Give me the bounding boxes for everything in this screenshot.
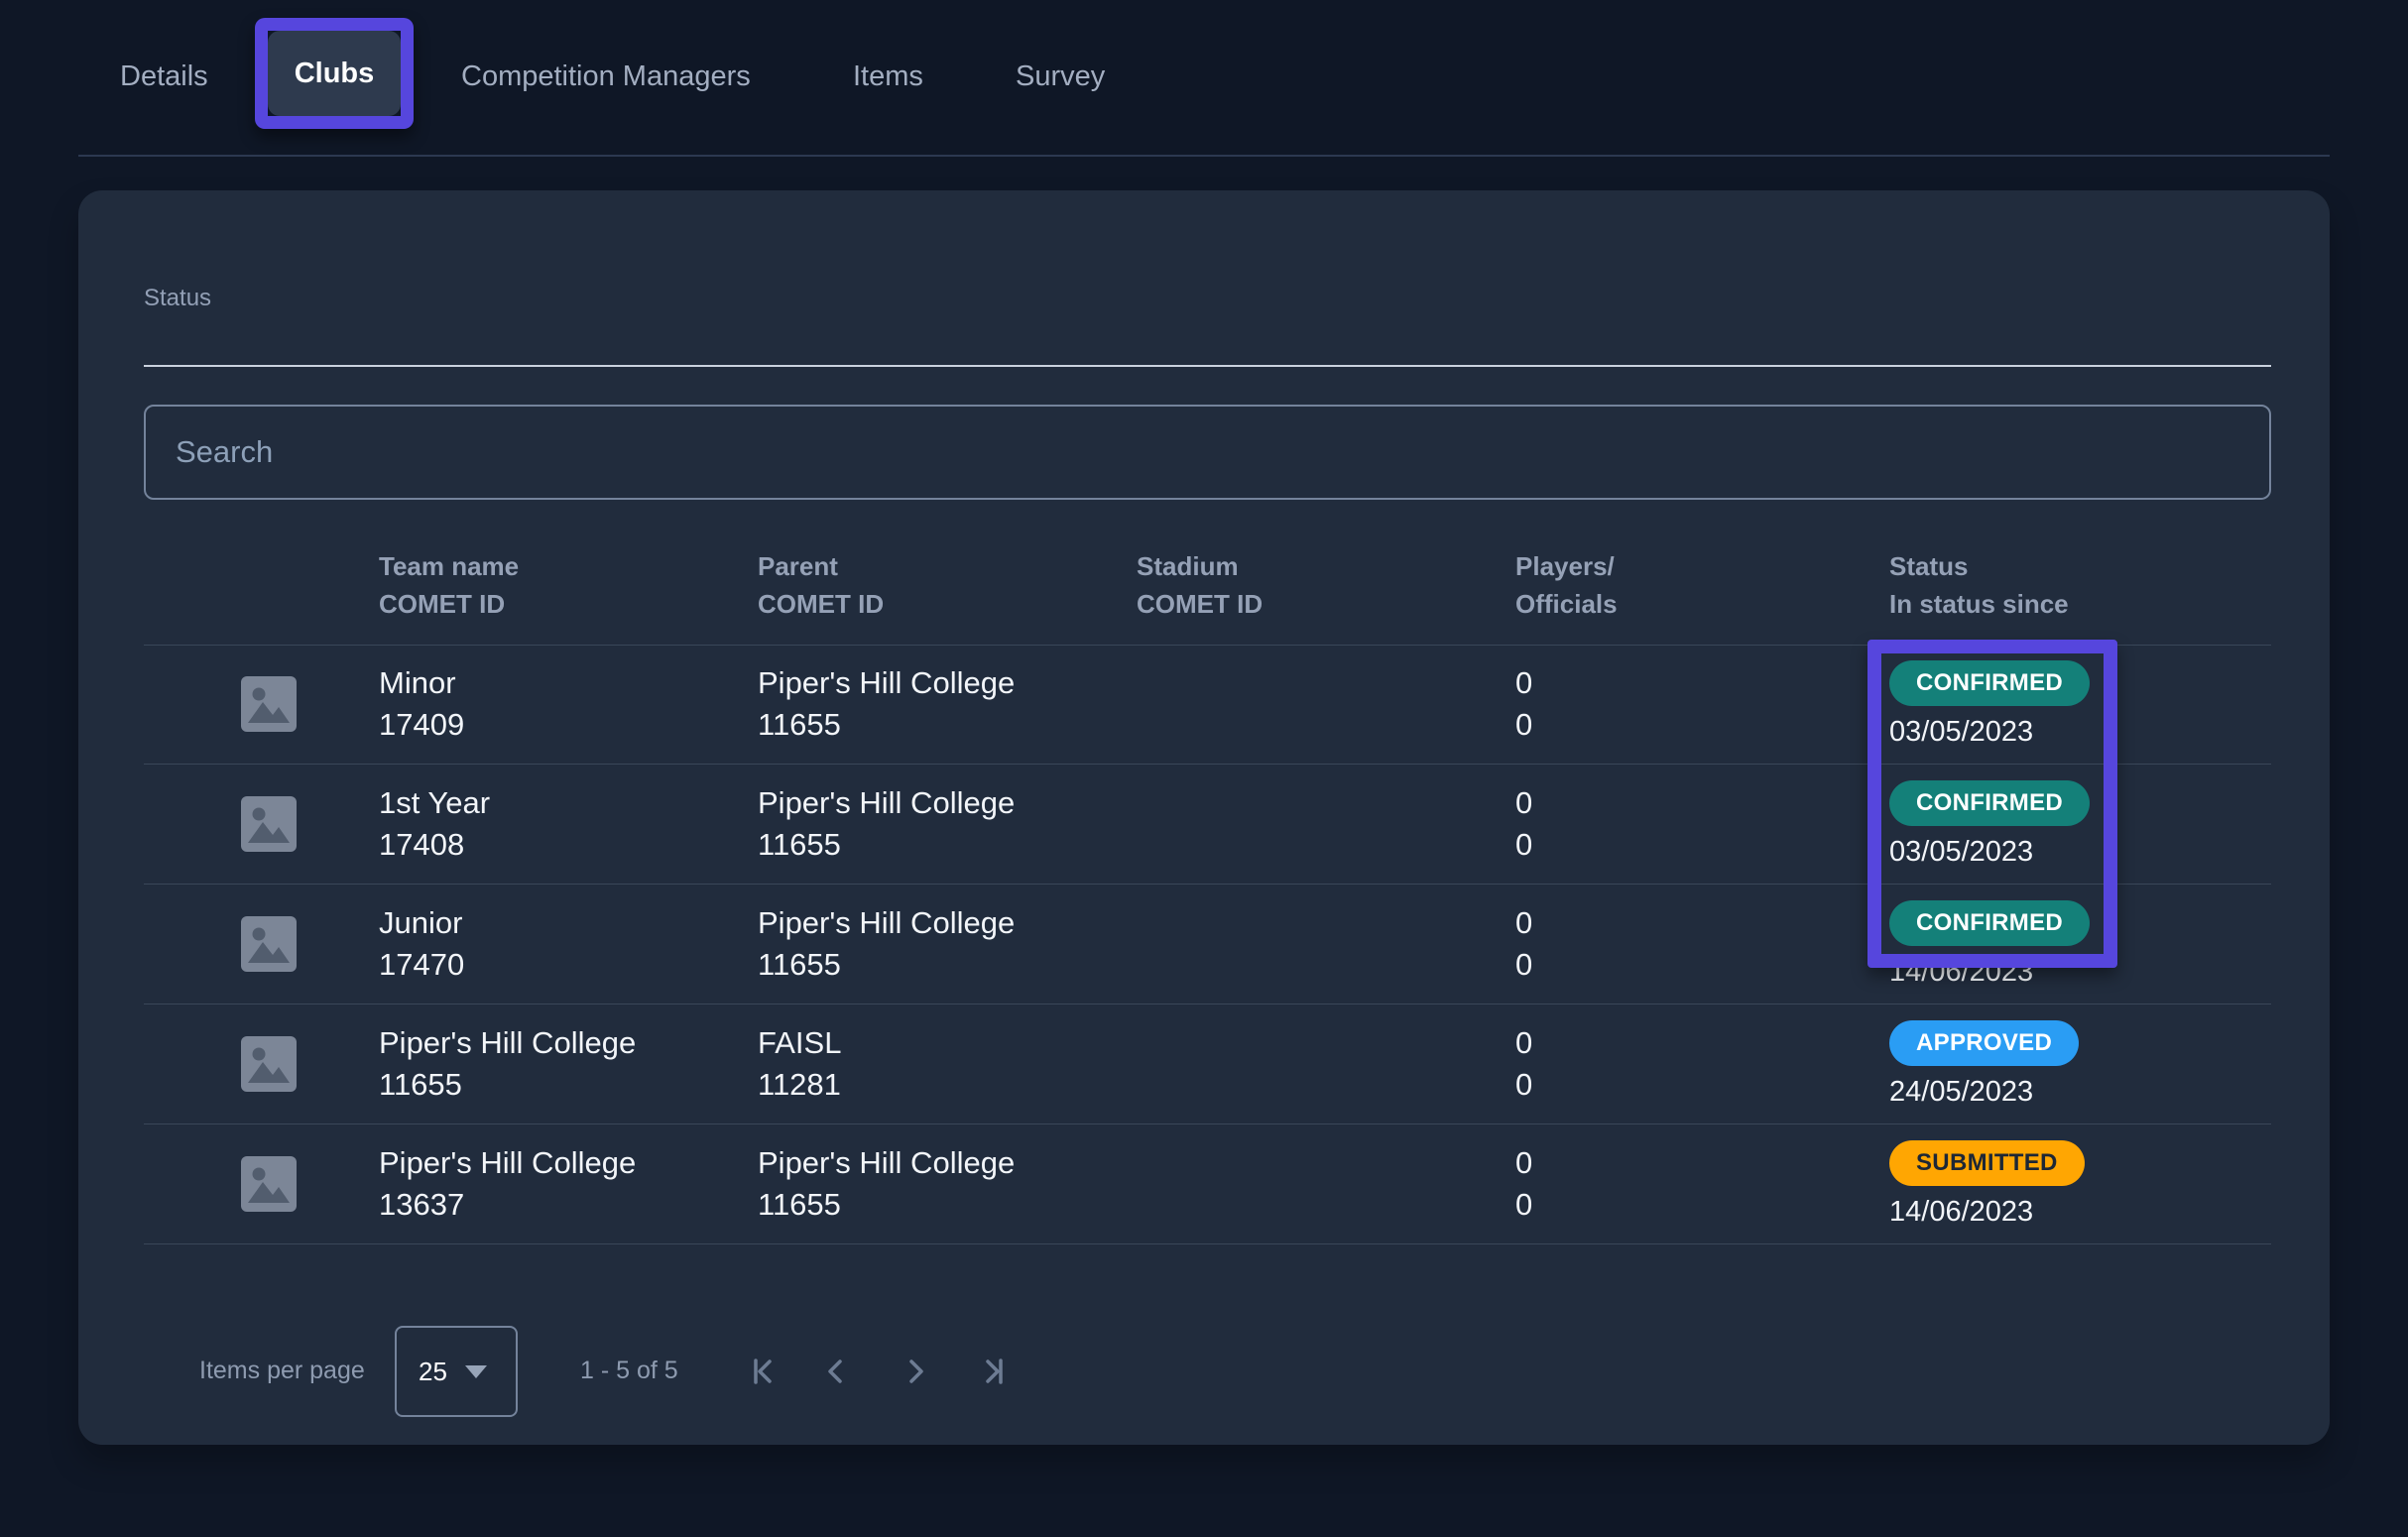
status-date: 24/05/2023	[1889, 1076, 2033, 1109]
parent-cell: Piper's Hill College11655	[758, 662, 1015, 746]
status-date: 14/06/2023	[1889, 1196, 2033, 1229]
status-filter-label: Status	[144, 285, 2271, 312]
column-header-parent: ParentCOMET ID	[758, 547, 884, 623]
status-filter-underline	[144, 365, 2271, 367]
table-row[interactable]: 1st Year17408 Piper's Hill College11655 …	[144, 765, 2271, 885]
club-image-placeholder-icon	[240, 795, 298, 853]
tab-competition-managers[interactable]: Competition Managers	[461, 59, 751, 93]
items-per-page-value: 25	[419, 1357, 447, 1387]
tab-survey[interactable]: Survey	[1016, 59, 1105, 93]
items-per-page-select[interactable]: 25	[395, 1326, 518, 1417]
parent-cell: Piper's Hill College11655	[758, 902, 1015, 986]
players-officials-cell: 00	[1515, 1142, 1532, 1226]
players-officials-cell: 00	[1515, 662, 1532, 746]
column-header-players: Players/Officials	[1515, 547, 1618, 623]
parent-cell: Piper's Hill College11655	[758, 1142, 1015, 1226]
next-page-button[interactable]	[894, 1350, 937, 1393]
tab-clubs-label: Clubs	[295, 58, 375, 90]
team-cell: Minor17409	[379, 662, 464, 746]
team-cell: Junior17470	[379, 902, 464, 986]
parent-cell: FAISL11281	[758, 1022, 841, 1106]
column-header-team: Team nameCOMET ID	[379, 547, 519, 623]
players-officials-cell: 00	[1515, 902, 1532, 986]
status-cell: SUBMITTED 14/06/2023	[1889, 1140, 2085, 1229]
last-page-button[interactable]	[972, 1350, 1016, 1393]
previous-page-button[interactable]	[814, 1350, 858, 1393]
status-badge: CONFIRMED	[1889, 660, 2090, 706]
status-badge: SUBMITTED	[1889, 1140, 2085, 1186]
status-date: 14/06/2023	[1889, 956, 2033, 989]
tab-details[interactable]: Details	[120, 59, 208, 93]
club-image-placeholder-icon	[240, 1155, 298, 1213]
club-image-placeholder-icon	[240, 675, 298, 733]
table-row[interactable]: Piper's Hill College13637 Piper's Hill C…	[144, 1124, 2271, 1244]
table-row[interactable]: Piper's Hill College11655 FAISL11281 00 …	[144, 1005, 2271, 1124]
search-box	[144, 405, 2271, 500]
status-filter-select[interactable]: Status	[144, 285, 2271, 367]
status-cell: APPROVED 24/05/2023	[1889, 1020, 2079, 1109]
players-officials-cell: 00	[1515, 782, 1532, 866]
column-header-status: StatusIn status since	[1889, 547, 2069, 623]
status-date: 03/05/2023	[1889, 716, 2033, 749]
clubs-panel: Status Team nameCOMET ID ParentCOMET ID …	[78, 190, 2330, 1445]
status-badge: CONFIRMED	[1889, 900, 2090, 946]
tab-items[interactable]: Items	[853, 59, 923, 93]
table-header: Team nameCOMET ID ParentCOMET ID Stadium…	[144, 539, 2271, 646]
items-per-page-label: Items per page	[199, 1357, 365, 1385]
team-cell: Piper's Hill College13637	[379, 1142, 636, 1226]
parent-cell: Piper's Hill College11655	[758, 782, 1015, 866]
team-cell: 1st Year17408	[379, 782, 490, 866]
tab-clubs[interactable]: Clubs	[268, 31, 401, 116]
first-page-button[interactable]	[741, 1350, 784, 1393]
club-image-placeholder-icon	[240, 1035, 298, 1093]
status-cell: CONFIRMED 03/05/2023	[1889, 660, 2090, 749]
players-officials-cell: 00	[1515, 1022, 1532, 1106]
team-cell: Piper's Hill College11655	[379, 1022, 636, 1106]
table-body: Minor17409 Piper's Hill College11655 00 …	[144, 645, 2271, 1244]
status-badge: APPROVED	[1889, 1020, 2079, 1066]
column-header-stadium: StadiumCOMET ID	[1137, 547, 1263, 623]
status-cell: CONFIRMED 14/06/2023	[1889, 900, 2090, 989]
table-row[interactable]: Minor17409 Piper's Hill College11655 00 …	[144, 645, 2271, 765]
club-image-placeholder-icon	[240, 915, 298, 973]
search-input[interactable]	[146, 407, 2269, 498]
table-row[interactable]: Junior17470 Piper's Hill College11655 00…	[144, 885, 2271, 1005]
status-badge: CONFIRMED	[1889, 780, 2090, 826]
status-cell: CONFIRMED 03/05/2023	[1889, 780, 2090, 869]
tabbar-divider	[78, 155, 2330, 157]
status-date: 03/05/2023	[1889, 836, 2033, 869]
chevron-down-icon	[465, 1365, 487, 1378]
annotation-box-clubs: Clubs	[255, 18, 414, 129]
page-range-label: 1 - 5 of 5	[580, 1357, 678, 1385]
